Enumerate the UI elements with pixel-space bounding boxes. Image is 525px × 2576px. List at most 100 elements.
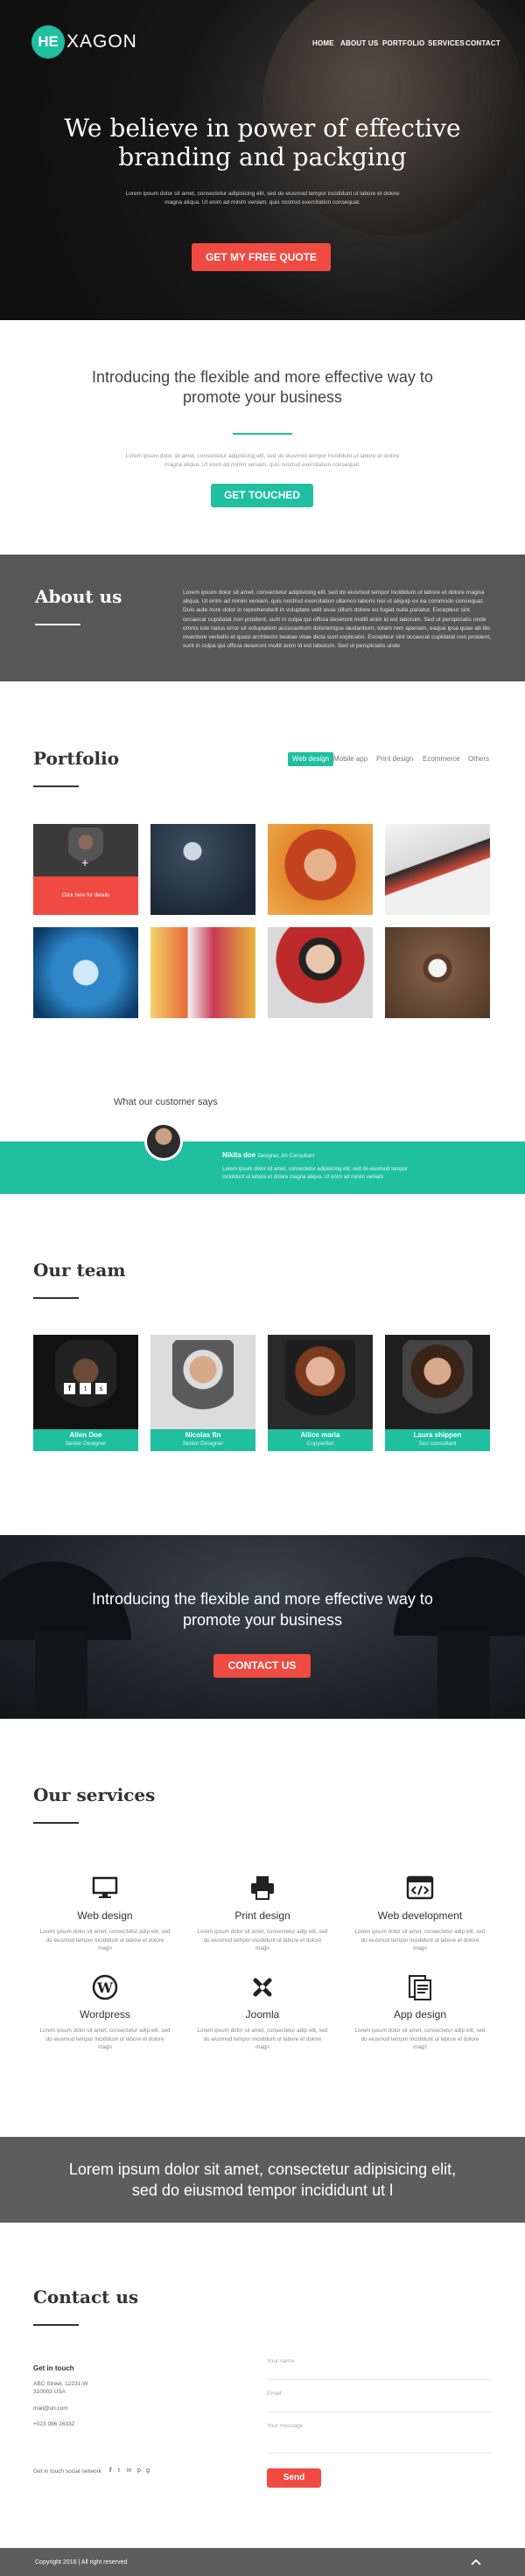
team-member-footer: Allen Doe Senior Designer (33, 1429, 138, 1451)
filter-web-design[interactable]: Web design (288, 752, 334, 766)
facebook-icon[interactable]: f (64, 1383, 75, 1394)
service-description: Lorem ipsum dolor sit amet, consectetur … (197, 1929, 328, 1951)
testimonial-heading: What our customer says (114, 1097, 218, 1107)
portfolio-item-8[interactable] (385, 927, 490, 1018)
intro-title: Introducing the flexible and more effect… (70, 367, 455, 408)
portfolio-item-1[interactable]: + Click here for details (33, 824, 138, 915)
intro-title-line2: promote your business (182, 388, 343, 406)
service-description: Lorem ipsum dolor sit amet, consectetur … (354, 1929, 486, 1951)
nav-portfolio[interactable]: PORTFOLIO (382, 39, 424, 47)
about-text: Lorem ipsum dolor sit amet, consectetur … (183, 590, 492, 650)
avatar (147, 1125, 180, 1158)
team-member-2[interactable]: Nicolas fin Senior Designer (150, 1335, 256, 1451)
member-name: Allice maria (300, 1431, 340, 1439)
contact-title: Contact us (33, 2286, 139, 2307)
team-member-footer: Nicolas fin Senior Designer (150, 1429, 256, 1451)
nav-about[interactable]: ABOUT US (340, 39, 378, 47)
contact-us-button[interactable]: CONTACT US (214, 1654, 311, 1678)
message-field[interactable]: Your message (267, 2423, 492, 2454)
copyright-text: Copyright 2016 | All right reserved (35, 2559, 128, 2566)
service-description: Lorem ipsum dolor sit amet, consectetur … (354, 2028, 486, 2050)
app-design-icon (409, 1975, 431, 2000)
portfolio-title: Portfolio (33, 748, 120, 769)
service-joomla: Joomla (245, 2008, 280, 2021)
logo-badge[interactable]: HE (32, 25, 65, 59)
social-twitter-icon[interactable]: t (118, 2468, 120, 2474)
service-web-development: Web development (377, 1909, 463, 1922)
portfolio-overlay[interactable]: Click here for details (33, 876, 138, 915)
contact-email[interactable]: mail@un.com (33, 2405, 68, 2412)
team-member-4[interactable]: Laura shippen Seo consultant (385, 1335, 490, 1451)
address-line1: ABC Street, 12231-W (33, 2381, 88, 2387)
message-placeholder: Your message (267, 2423, 304, 2429)
nav-services[interactable]: SERVICES (428, 39, 465, 47)
service-description: Lorem ipsum dolor sit amet, consectetur … (39, 2028, 171, 2050)
testimonial-author: Nikita doe Designer, Art Consultant (222, 1151, 314, 1159)
code-window-icon (406, 1875, 434, 1900)
get-in-touch-heading: Get in touch (33, 2364, 74, 2372)
service-description: Lorem ipsum dolor sit amet, consectetur … (39, 1929, 171, 1951)
testimonial-name: Nikita doe (222, 1151, 256, 1159)
svg-text:W: W (96, 1979, 114, 1996)
services-divider (33, 1822, 79, 1824)
portfolio-item-3[interactable] (268, 824, 373, 915)
team-member-footer: Allice maria Copywriter (268, 1429, 373, 1451)
team-member-footer: Laura shippen Seo consultant (385, 1429, 490, 1451)
portfolio-item-6[interactable] (150, 927, 256, 1018)
quote-band-text: Lorem ipsum dolor sit amet, consectetur … (35, 2159, 490, 2201)
intro-divider (233, 433, 292, 435)
contact-divider (33, 2324, 79, 2326)
social-facebook-icon[interactable]: f (109, 2468, 111, 2474)
filter-print-design[interactable]: Print design (376, 752, 413, 766)
social-pinterest-icon[interactable]: p (137, 2468, 141, 2474)
team-member-3[interactable]: Allice maria Copywriter (268, 1335, 373, 1451)
portfolio-item-5[interactable] (33, 927, 138, 1018)
email-field[interactable]: Email (267, 2391, 492, 2412)
member-role: Seo consultant (418, 1441, 457, 1447)
hero-title-line2: branding and packging (118, 143, 407, 171)
parallax-title-line1: Introducing the flexible and more effect… (92, 1590, 433, 1608)
member-role: Senior Designer (65, 1441, 107, 1447)
back-to-top-chevron-icon[interactable] (471, 2558, 481, 2566)
social-label: Get in touch social network (33, 2468, 102, 2475)
free-quote-button[interactable]: GET MY FREE QUOTE (192, 243, 331, 271)
member-name: Allen Doe (69, 1431, 102, 1439)
quote-line1: Lorem ipsum dolor sit amet, consectetur … (68, 2161, 457, 2178)
member-name: Laura shippen (413, 1431, 462, 1439)
hero-title: We believe in power of effective brandin… (35, 114, 490, 171)
skype-icon[interactable]: s (95, 1383, 107, 1394)
name-field[interactable]: Your name (267, 2358, 492, 2380)
twitter-icon[interactable]: t (80, 1383, 91, 1394)
team-photo-laura (402, 1340, 472, 1429)
team-photo-allice (285, 1340, 355, 1429)
contact-phone: +023 086 26332 (33, 2421, 75, 2427)
service-app-design: App design (393, 2008, 447, 2021)
logo-text[interactable]: XAGON (66, 31, 137, 52)
service-wordpress: Wordpress (80, 2008, 130, 2021)
portfolio-divider (33, 785, 79, 787)
service-description: Lorem ipsum dolor sit amet, consectetur … (197, 2028, 328, 2050)
get-touched-button[interactable]: GET TOUCHED (211, 484, 313, 507)
filter-mobile-app[interactable]: Mobile app (333, 752, 368, 766)
portfolio-item-7[interactable] (268, 927, 373, 1018)
name-placeholder: Your name (267, 2358, 295, 2364)
email-placeholder: Email (267, 2391, 282, 2397)
filter-ecommerce[interactable]: Ecommerce (423, 752, 460, 766)
joomla-icon (253, 1978, 272, 1997)
hero-text: Lorem ipsum dolor sit amet, consectetur … (125, 191, 400, 206)
portfolio-item-2[interactable] (150, 824, 256, 915)
nav-home[interactable]: HOME (312, 39, 334, 47)
social-google-icon[interactable]: g (146, 2468, 150, 2474)
team-photo-nicolas (172, 1340, 234, 1429)
portfolio-item-4[interactable] (385, 824, 490, 915)
send-button[interactable]: Send (267, 2468, 321, 2488)
nav-contact[interactable]: CONTACT (466, 39, 500, 47)
printer-icon (251, 1876, 274, 1900)
testimonial-text: Lorem ipsum dolor sit amet, consectetur … (222, 1167, 408, 1180)
filter-others[interactable]: Others (468, 752, 489, 766)
social-linkedin-icon[interactable]: in (127, 2468, 131, 2474)
quote-line2: sed do eiusmod tempor incididunt ut l (131, 2182, 394, 2199)
member-name: Nicolas fin (185, 1431, 221, 1439)
team-member-1[interactable]: f t s Allen Doe Senior Designer (33, 1335, 138, 1451)
service-print-design: Print design (234, 1909, 290, 1922)
